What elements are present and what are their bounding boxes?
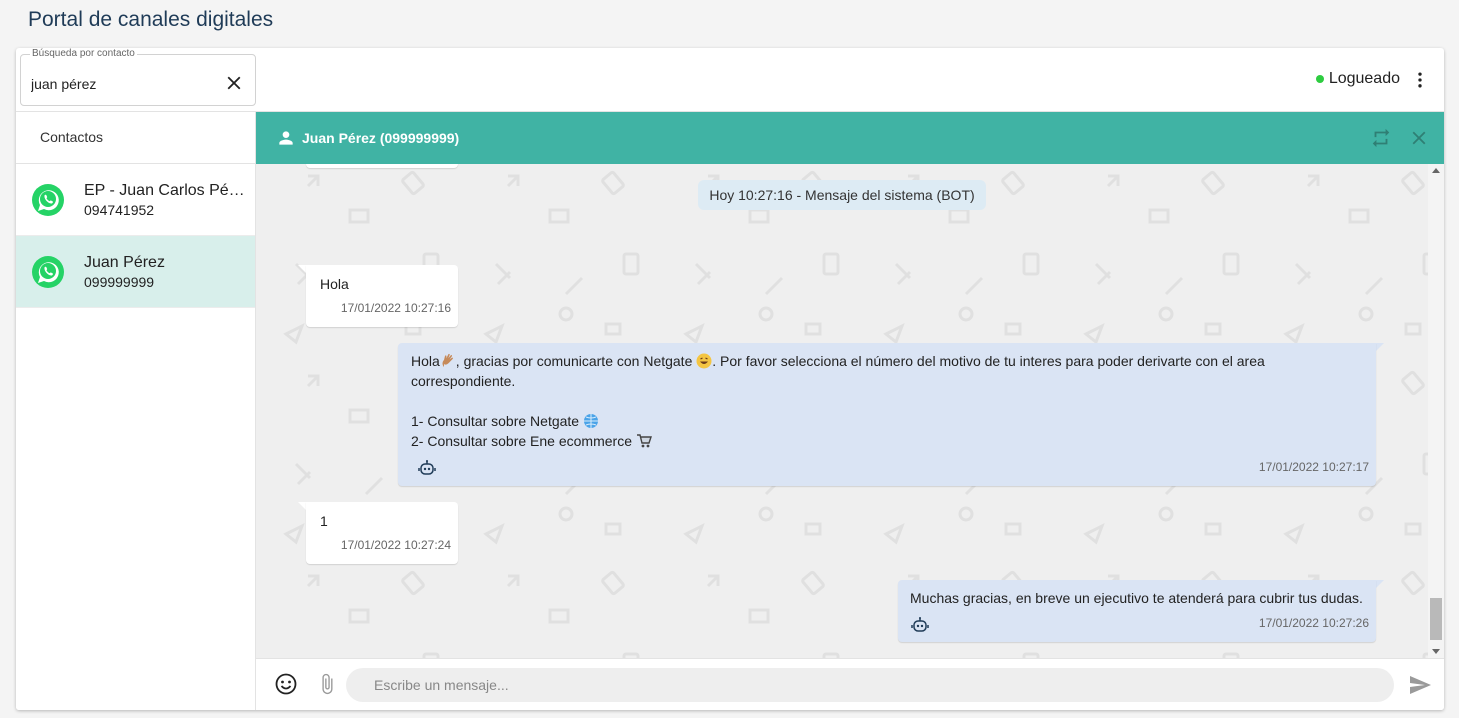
top-bar: Búsqueda por contacto Logueado [16,48,1444,112]
whatsapp-icon [32,183,64,216]
message-text: Muchas gracias, en breve un ejecutivo te… [910,590,1363,606]
message-composer [256,658,1444,710]
scroll-thumb[interactable] [1430,598,1442,640]
message-line: Hola , gracias por comunicarte con Netgat… [411,351,1351,371]
message-text: , gracias por comunicarte con Netgate [455,353,697,369]
message-bubble-incoming: Hola 17/01/2022 10:27:16 [306,265,458,327]
bubble-tail [298,265,306,273]
contact-search-field[interactable]: Búsqueda por contacto [20,48,256,106]
scroll-down-arrow-icon[interactable] [1432,649,1440,654]
close-chat-icon[interactable] [1408,127,1430,149]
message-bubble-partial [306,164,458,168]
chat-header: Juan Pérez (099999999) [256,112,1444,164]
page-title: Portal de canales digitales [28,8,274,31]
bubble-tail [1376,343,1384,351]
scroll-up-arrow-icon[interactable] [1432,168,1440,173]
messages-scrollbar[interactable] [1428,164,1444,658]
message-text: 1- Consultar sobre Netgate [411,413,583,429]
whatsapp-icon [32,255,64,288]
contact-item-active[interactable]: Juan Pérez 099999999 [16,236,255,308]
grinning-face-emoji-icon [696,353,712,369]
message-bubble-incoming: 1 17/01/2022 10:27:24 [306,502,458,564]
globe-emoji-icon [583,414,598,428]
emoji-picker-icon[interactable] [274,672,298,696]
bot-icon [911,617,929,632]
bot-message-body: Hola , gracias por comunicarte con Netgat… [411,351,1351,451]
contact-item[interactable]: EP - Juan Carlos Pérez 094741952 [16,164,255,236]
contact-phone: 094741952 [84,201,155,218]
clear-search-icon[interactable] [223,72,245,94]
message-option: 1- Consultar sobre Netgate [411,411,1351,431]
status-label: Logueado [1328,70,1400,87]
contact-name: Juan Pérez [84,253,165,271]
bubble-tail [1376,580,1384,588]
chat-title: Juan Pérez (099999999) [302,130,460,146]
system-message: Hoy 10:27:16 - Mensaje del sistema (BOT) [698,180,986,210]
messages-area[interactable]: Hoy 10:27:16 - Mensaje del sistema (BOT)… [256,164,1444,658]
contacts-header: Contactos [16,112,255,164]
message-text: . Por favor selecciona el número del mot… [712,353,1265,369]
send-icon[interactable] [1408,673,1432,697]
bubble-tail [298,502,306,510]
message-text: 1 [320,513,328,529]
message-option: 2- Consultar sobre Ene ecommerce [411,431,1351,451]
wave-hand-emoji-icon [442,353,453,367]
person-icon [279,131,293,145]
message-time: 17/01/2022 10:27:26 [1258,616,1369,630]
search-label: Búsqueda por contacto [30,48,137,59]
login-status: Logueado [1315,70,1400,88]
contact-name: EP - Juan Carlos Pérez [84,181,246,199]
message-bubble-outgoing: Muchas gracias, en breve un ejecutivo te… [898,580,1376,642]
message-text: Hola [320,276,349,292]
search-input[interactable] [31,73,211,95]
contact-phone: 099999999 [84,273,155,290]
contacts-sidebar: Contactos EP - Juan Carlos Pérez 0947419… [16,112,256,710]
message-input[interactable] [346,668,1394,702]
bot-icon [418,460,436,475]
message-bubble-outgoing: Hola , gracias por comunicarte con Netgat… [398,343,1376,486]
message-text: 2- Consultar sobre Ene ecommerce [411,433,636,449]
message-text: Hola [411,353,440,369]
transfer-chat-icon[interactable] [1370,127,1392,149]
message-time: 17/01/2022 10:27:16 [340,301,451,315]
more-options-icon[interactable] [1410,69,1430,91]
message-line: correspondiente. [411,373,516,389]
status-dot-icon [1315,75,1324,83]
chat-portal-card: Búsqueda por contacto Logueado Contactos [16,48,1444,710]
message-time: 17/01/2022 10:27:17 [1258,460,1369,474]
message-time: 17/01/2022 10:27:24 [340,538,451,552]
attach-file-icon[interactable] [316,672,338,696]
shopping-cart-emoji-icon [636,434,652,448]
